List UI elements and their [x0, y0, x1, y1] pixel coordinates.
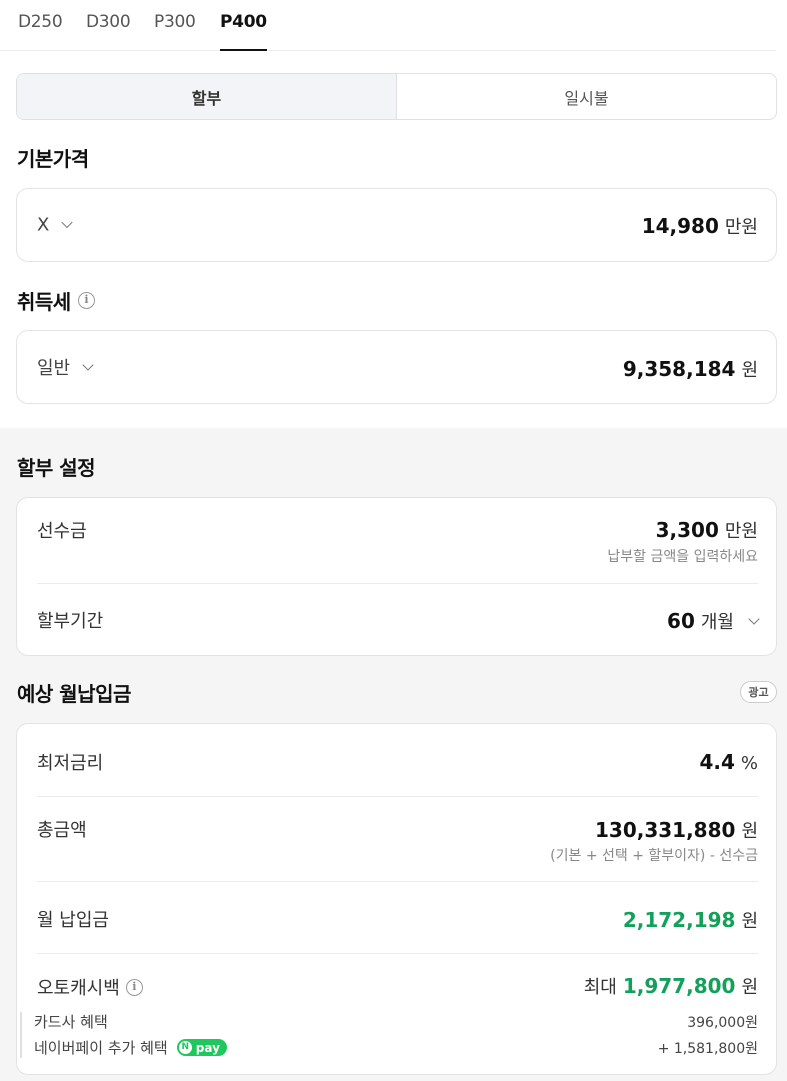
- autocash-label-row: 오토캐시백 i: [37, 974, 143, 1000]
- down-payment-number: 3,300: [655, 518, 719, 542]
- period-label: 할부기간: [37, 611, 104, 632]
- lump-sum-button[interactable]: 일시불: [397, 74, 776, 119]
- monthly-unit: 원: [741, 911, 758, 932]
- installment-button[interactable]: 할부: [17, 74, 397, 119]
- trim-select[interactable]: X: [37, 214, 74, 236]
- divider: [37, 881, 758, 882]
- monthly-number: 2,172,198: [622, 908, 736, 932]
- info-icon[interactable]: i: [125, 978, 143, 996]
- ad-badge[interactable]: 광고: [740, 681, 777, 703]
- npay-benefit-row: 네이버페이 추가 혜택 N pay: [34, 1037, 227, 1058]
- trim-value: X: [37, 214, 50, 236]
- divider: [37, 583, 758, 584]
- total-label: 총금액: [37, 820, 87, 841]
- npay-n-icon: N: [178, 1041, 192, 1054]
- payment-mode-toggle: 할부 일시불: [16, 73, 777, 120]
- npay-benefit-value: + 1,581,800원: [657, 1041, 758, 1057]
- down-payment-unit: 만원: [724, 521, 758, 542]
- chevron-down-icon: [82, 358, 94, 371]
- estimate-title: 예상 월납입금: [17, 682, 131, 706]
- autocash-value: 최대 1,977,800 원: [584, 973, 758, 999]
- period-select[interactable]: 60 개월: [667, 608, 760, 634]
- chevron-down-icon: [748, 612, 760, 625]
- chevron-down-icon: [61, 216, 74, 229]
- info-icon[interactable]: i: [77, 292, 95, 309]
- installment-settings-title: 할부 설정: [17, 456, 96, 480]
- total-number: 130,331,880: [594, 818, 736, 842]
- period-unit: 개월: [700, 612, 734, 633]
- installment-settings-card: 선수금 3,300 만원 납부할 금액을 입력하세요 할부기간 60 개월: [16, 497, 777, 656]
- min-rate-label: 최저금리: [37, 753, 104, 774]
- divider: [37, 953, 758, 954]
- npay-logo: N pay: [176, 1039, 227, 1056]
- monthly-label: 월 납입금: [37, 910, 109, 931]
- acquisition-tax-title: 취득세 i: [17, 286, 95, 315]
- tab-p400[interactable]: P400: [220, 12, 267, 51]
- npay-benefit-label: 네이버페이 추가 혜택: [34, 1039, 168, 1057]
- tab-d300[interactable]: D300: [86, 12, 131, 32]
- monthly-value: 2,172,198 원: [623, 907, 758, 933]
- acquisition-tax-card: 일반 9,358,184 원: [16, 330, 777, 404]
- down-payment-input[interactable]: 3,300 만원: [656, 517, 758, 543]
- min-rate-unit: %: [740, 753, 758, 774]
- base-price-card: X 14,980 만원: [16, 188, 777, 262]
- min-rate-value: 4.4 %: [699, 750, 758, 774]
- period-number: 60: [667, 609, 695, 633]
- acquisition-tax-unit: 원: [741, 360, 758, 381]
- model-tabs: D250 D300 P300 P400: [0, 0, 776, 51]
- base-price-unit: 만원: [724, 217, 758, 238]
- tax-type-value: 일반: [37, 358, 71, 379]
- total-unit: 원: [741, 821, 758, 842]
- total-note: (기본 + 선택 + 할부이자) - 선수금: [550, 848, 758, 864]
- min-rate-number: 4.4: [699, 750, 735, 774]
- autocash-breakdown: 카드사 혜택 396,000원 네이버페이 추가 혜택 N pay + 1,58…: [20, 1012, 758, 1058]
- acquisition-tax-number: 9,358,184: [622, 357, 736, 381]
- autocash-label: 오토캐시백: [37, 978, 120, 999]
- autocash-number: 1,977,800: [622, 974, 736, 998]
- tab-p300[interactable]: P300: [154, 12, 196, 32]
- total-value: 130,331,880 원: [595, 817, 758, 843]
- down-payment-hint: 납부할 금액을 입력하세요: [607, 549, 758, 565]
- acquisition-tax-label: 취득세: [17, 290, 71, 314]
- card-benefit-label: 카드사 혜택: [34, 1013, 108, 1031]
- tab-d250[interactable]: D250: [18, 12, 63, 32]
- base-price-number: 14,980: [641, 214, 719, 238]
- base-price-value: 14,980 만원: [642, 213, 758, 239]
- tax-type-select[interactable]: 일반: [37, 354, 94, 380]
- autocash-prefix: 최대: [583, 977, 617, 998]
- divider: [37, 796, 758, 797]
- card-benefit-value: 396,000원: [687, 1015, 758, 1031]
- autocash-unit: 원: [741, 977, 758, 998]
- npay-text: pay: [195, 1040, 220, 1055]
- down-payment-label: 선수금: [37, 521, 87, 542]
- base-price-title: 기본가격: [17, 147, 89, 171]
- acquisition-tax-value: 9,358,184 원: [623, 356, 758, 382]
